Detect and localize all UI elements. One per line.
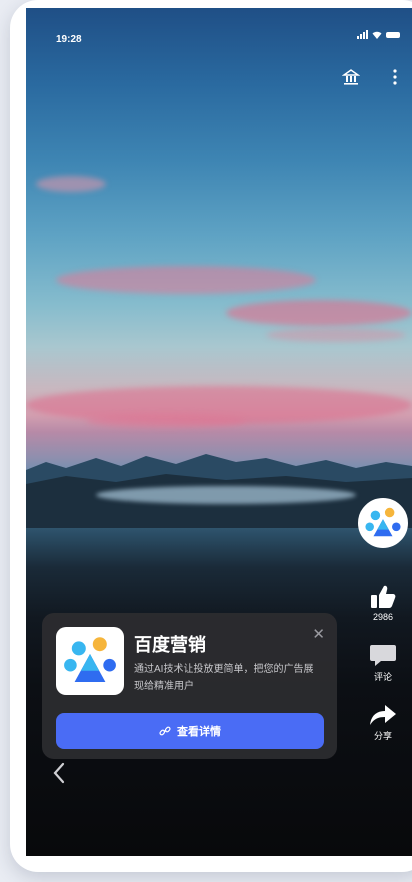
status-time: 19:28 <box>56 34 82 45</box>
share-label: 分享 <box>373 731 392 741</box>
view-details-button[interactable]: 查看详情 <box>56 713 324 749</box>
signal-icon <box>357 30 368 39</box>
share-button[interactable]: 分享 <box>369 703 397 742</box>
comment-button[interactable]: 评论 <box>369 642 397 683</box>
avatar[interactable] <box>358 498 408 548</box>
cloud-streak <box>266 328 406 342</box>
ad-title: 百度营销 <box>134 635 206 655</box>
cloud-streak <box>36 176 106 192</box>
like-count: 2986 <box>372 612 394 622</box>
status-icons <box>357 30 400 39</box>
share-arrow-icon <box>370 705 396 725</box>
wifi-icon <box>372 31 382 39</box>
comment-label: 评论 <box>373 672 392 682</box>
cloud-streak <box>56 266 316 294</box>
cloud-streak <box>226 300 412 326</box>
bank-icon[interactable] <box>342 68 360 86</box>
more-vertical-icon[interactable] <box>386 68 404 86</box>
like-button[interactable]: 2986 <box>369 584 397 622</box>
back-button[interactable] <box>46 760 72 786</box>
close-icon[interactable]: ✕ <box>312 627 325 642</box>
top-actions <box>342 68 404 86</box>
comment-icon <box>370 645 396 666</box>
battery-icon <box>386 31 400 38</box>
chevron-left-icon <box>53 762 65 784</box>
view-details-label: 查看详情 <box>177 726 221 738</box>
thumb-up-icon <box>371 585 396 608</box>
baidu-marketing-logo <box>365 507 401 537</box>
ad-logo <box>56 627 124 695</box>
baidu-marketing-logo <box>64 637 116 682</box>
ad-card[interactable]: 百度营销 通过AI技术让投放更简单，把您的广告展现给精准用户 ✕ 查看详情 <box>42 613 337 759</box>
lake-reflection <box>96 486 356 504</box>
link-icon <box>159 726 171 736</box>
side-action-rail: 2986 评论 分享 <box>356 498 410 762</box>
cloud-streak <box>86 414 246 428</box>
video-screen[interactable]: 19:28 2986 评论 分享 百度营销 通过AI技术让投放更简单，把您的广告… <box>26 8 412 856</box>
ad-description: 通过AI技术让投放更简单，把您的广告展现给精准用户 <box>134 664 314 692</box>
